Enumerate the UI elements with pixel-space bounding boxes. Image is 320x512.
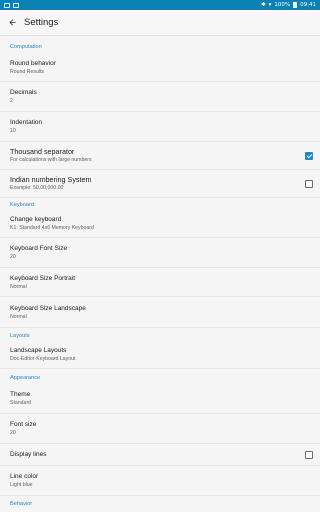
pref-summary: Light blue	[10, 482, 33, 488]
page-title: Settings	[24, 17, 59, 28]
pref-thousand-separator[interactable]: Thousand separator For calculations with…	[0, 142, 320, 170]
pref-title: Display lines	[10, 451, 47, 458]
bluetooth-icon: ✱	[261, 2, 266, 8]
screenshot-icon	[13, 2, 19, 8]
pref-title: Round behavior	[10, 59, 56, 67]
pref-title: Keyboard Size Portrait	[10, 274, 76, 282]
pref-indentation[interactable]: Indentation 10	[0, 112, 320, 142]
pref-title: Thousand separator	[10, 147, 75, 156]
thousand-separator-checkbox[interactable]	[305, 151, 313, 160]
section-header-appearance: Appearance	[10, 375, 41, 381]
pref-summary: Example: 50,00,000.00	[10, 185, 64, 191]
pref-title: Line color	[10, 473, 39, 480]
pref-summary: 2	[10, 98, 13, 104]
section-header-computation: Computation	[10, 44, 42, 50]
status-left	[4, 2, 19, 8]
pref-line-color[interactable]: Line color Light blue	[0, 466, 320, 496]
pref-title: Decimals	[10, 89, 37, 96]
pref-keyboard-size-landscape[interactable]: Keyboard Size Landscape Normal	[0, 297, 320, 328]
pref-summary: Round Results	[10, 68, 45, 75]
pref-keyboard-font-size[interactable]: Keyboard Font Size 20	[0, 238, 320, 268]
battery-level: 100%	[274, 2, 291, 8]
pref-summary: 20	[10, 430, 16, 436]
app-bar: Settings	[0, 10, 320, 36]
notification-icon	[4, 2, 10, 8]
section-header-keyboard: Keyboard	[10, 202, 34, 208]
status-right: ✱ ▾ 100% 09:41	[261, 2, 316, 8]
pref-title: Keyboard Size Landscape	[10, 304, 86, 312]
pref-keyboard-size-portrait[interactable]: Keyboard Size Portrait Normal	[0, 268, 320, 297]
pref-summary: For calculations with large numbers	[10, 157, 92, 163]
indian-numbering-checkbox[interactable]	[305, 179, 313, 188]
pref-font-size[interactable]: Font size 20	[0, 414, 320, 444]
status-bar: ✱ ▾ 100% 09:41	[0, 0, 320, 10]
pref-title: Indentation	[10, 119, 43, 126]
back-arrow-icon[interactable]	[1, 10, 23, 36]
pref-indian-numbering[interactable]: Indian numbering System Example: 50,00,0…	[0, 170, 320, 198]
pref-summary: Doc-Editor-Keyboard Layout	[10, 356, 76, 362]
pref-summary: Standard	[10, 400, 32, 406]
pref-summary: Normal	[10, 313, 27, 320]
wifi-icon: ▾	[268, 2, 272, 8]
pref-theme[interactable]: Theme Standard	[0, 384, 320, 414]
pref-summary: 20	[10, 254, 16, 260]
pref-title: Landscape Layouts	[10, 347, 67, 354]
battery-icon	[293, 2, 298, 8]
pref-summary: Normal	[10, 283, 27, 290]
pref-landscape-layouts[interactable]: Landscape Layouts Doc-Editor-Keyboard La…	[0, 341, 320, 369]
pref-summary: 10	[10, 128, 16, 134]
pref-title: Keyboard Font Size	[10, 245, 68, 252]
back-arrow-svg	[9, 19, 15, 26]
pref-title: Theme	[10, 391, 31, 398]
pref-display-lines[interactable]: Display lines	[0, 444, 320, 466]
display-lines-checkbox[interactable]	[305, 450, 313, 459]
settings-list: Computation Round behavior Round Results…	[0, 36, 320, 510]
pref-title: Font size	[10, 421, 37, 428]
section-header-behavior: Behavior	[10, 501, 33, 507]
pref-round-behavior[interactable]: Round behavior Round Results	[0, 53, 320, 82]
pref-title: Change keyboard	[10, 216, 62, 223]
pref-summary: K1: Standard 4x6 Memory Keyboard	[10, 225, 94, 231]
clock: 09:41	[300, 2, 316, 8]
pref-decimals[interactable]: Decimals 2	[0, 82, 320, 112]
section-header-layouts: Layouts	[10, 332, 30, 339]
pref-change-keyboard[interactable]: Change keyboard K1: Standard 4x6 Memory …	[0, 210, 320, 238]
pref-title: Indian numbering System	[10, 175, 92, 184]
